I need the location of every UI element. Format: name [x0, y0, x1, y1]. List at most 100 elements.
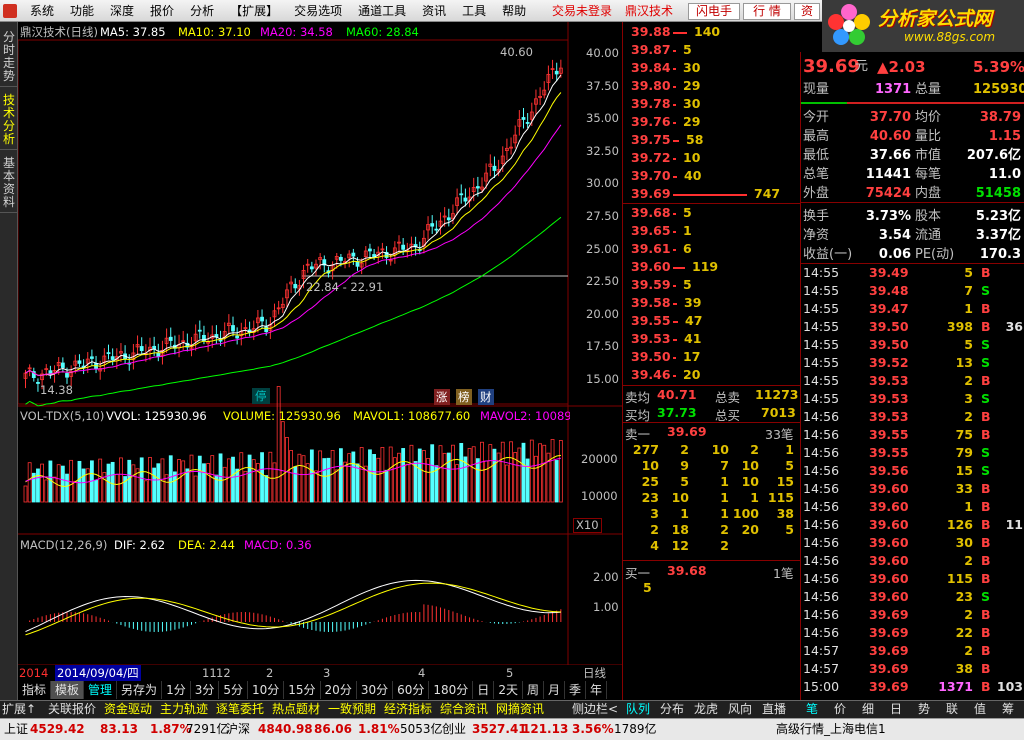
ask-row[interactable]: 39.78 30 [623, 96, 801, 114]
ask-row[interactable]: 39.75 58 [623, 132, 801, 150]
cy-index[interactable]: 3527.41 [472, 719, 527, 740]
quote-tab-0[interactable]: 队列 [626, 701, 650, 718]
bottom-tab-4[interactable]: 逐笔委托 [216, 701, 264, 718]
bottom-tab-1[interactable]: 关联报价 [48, 701, 96, 718]
toolbar-item-7[interactable]: 10分 [248, 681, 285, 699]
marker-ranking[interactable]: 榜 [456, 389, 472, 405]
menu-item-6[interactable]: 交易选项 [286, 0, 350, 22]
toolbar-item-17[interactable]: 季 [565, 681, 586, 699]
tab-intraday[interactable]: 分时走势 [0, 28, 18, 87]
marker-rise[interactable]: 涨 [434, 389, 450, 405]
tab-technical[interactable]: 技术分析 [0, 91, 18, 150]
ma5-line [25, 74, 562, 376]
toolbar-item-10[interactable]: 30分 [357, 681, 394, 699]
toolbar-item-2[interactable]: 管理 [84, 681, 118, 699]
ask-row[interactable]: 39.80 29 [623, 78, 801, 96]
tick-row: 14:56 39.56 15 S [803, 463, 991, 478]
menu-list: 系统 功能 深度 报价 分析 【扩展】 交易选项 通道工具 资讯 工具 帮助 [22, 0, 534, 22]
quote-tab-4[interactable]: 直播 [762, 701, 786, 718]
bottom-tab-0[interactable]: 扩展↑ [2, 701, 36, 718]
ask-row[interactable]: 39.87 5 [623, 42, 801, 60]
ask-row[interactable]: 39.84 30 [623, 60, 801, 78]
menu-item-10[interactable]: 帮助 [494, 0, 534, 22]
bid-row[interactable]: 39.65 1 [623, 223, 801, 241]
menu-item-3[interactable]: 报价 [142, 0, 182, 22]
info-tab-0[interactable]: 笔 [806, 701, 818, 718]
toolbar-item-4[interactable]: 1分 [162, 681, 191, 699]
menu-item-4[interactable]: 分析 [182, 0, 222, 22]
flash-button[interactable]: 闪电手 [688, 3, 740, 20]
bid-row[interactable]: 39.58 39 [623, 295, 801, 313]
toolbar-item-13[interactable]: 日 [473, 681, 495, 699]
marker-finance[interactable]: 财 [478, 389, 494, 405]
chart-area[interactable]: 鼎汉技术(日线) MA5: 37.85 MA10: 37.10 MA20: 34… [18, 22, 622, 701]
toolbar-item-3[interactable]: 另存为 [117, 681, 163, 699]
bid-row[interactable]: 39.50 17 [623, 349, 801, 367]
menu-item-0[interactable]: 系统 [22, 0, 62, 22]
side-panel-toggle[interactable]: 侧边栏< [572, 701, 618, 718]
hs-index[interactable]: 4840.98 [258, 719, 313, 740]
marker-suspend[interactable]: 停 [252, 388, 270, 404]
menu-item-5[interactable]: 【扩展】 [222, 0, 286, 22]
info-tab-4[interactable]: 势 [918, 701, 930, 718]
info-tab-1[interactable]: 价 [834, 701, 846, 718]
toolbar-item-16[interactable]: 月 [544, 681, 565, 699]
bottom-tab-6[interactable]: 一致预期 [328, 701, 376, 718]
info-tab-6[interactable]: 值 [974, 701, 986, 718]
ask-row[interactable]: 39.70 40 [623, 168, 801, 186]
sh-index[interactable]: 4529.42 [30, 719, 85, 740]
bid-row[interactable]: 39.59 5 [623, 277, 801, 295]
volume-bar [177, 459, 181, 503]
toolbar-item-6[interactable]: 5分 [219, 681, 248, 699]
quote-button[interactable]: 行 情 [743, 3, 791, 20]
bid-row[interactable]: 39.46 20 [623, 367, 801, 385]
info-tab-2[interactable]: 细 [862, 701, 874, 718]
candle-body [521, 117, 526, 120]
ask-row[interactable]: 39.88 140 [623, 24, 801, 42]
bottom-tab-9[interactable]: 网摘资讯 [496, 701, 544, 718]
toolbar-item-0[interactable]: 指标 [18, 681, 52, 699]
info-tab-3[interactable]: 日 [890, 701, 902, 718]
ask-row[interactable]: 39.72 10 [623, 150, 801, 168]
menu-item-9[interactable]: 工具 [454, 0, 494, 22]
tab-fundamentals[interactable]: 基本资料 [0, 154, 18, 213]
toolbar-item-8[interactable]: 15分 [284, 681, 321, 699]
toolbar-item-1[interactable]: 模板 [51, 681, 85, 699]
toolbar-item-18[interactable]: 年 [586, 681, 608, 699]
toolbar-item-5[interactable]: 3分 [191, 681, 220, 699]
bottom-tab-2[interactable]: 资金驱动 [104, 701, 152, 718]
order-volume: 747 [754, 186, 781, 201]
menu-item-8[interactable]: 资讯 [414, 0, 454, 22]
ask-row[interactable]: 39.69 747 [623, 186, 801, 204]
candle-body [463, 197, 468, 202]
toolbar-item-12[interactable]: 180分 [429, 681, 474, 699]
volume-bar [197, 455, 202, 503]
menu-item-2[interactable]: 深度 [102, 0, 142, 22]
menu-item-1[interactable]: 功能 [62, 0, 102, 22]
info-tab-5[interactable]: 联 [946, 701, 958, 718]
bid-row[interactable]: 39.61 6 [623, 241, 801, 259]
toolbar-item-14[interactable]: 2天 [494, 681, 523, 699]
bottom-tab-8[interactable]: 综合资讯 [440, 701, 488, 718]
bottom-tab-5[interactable]: 热点题材 [272, 701, 320, 718]
bottom-tab-3[interactable]: 主力轨迹 [160, 701, 208, 718]
quote-tab-1[interactable]: 分布 [660, 701, 684, 718]
toolbar-item-9[interactable]: 20分 [321, 681, 357, 699]
toolbar-item-15[interactable]: 周 [523, 681, 544, 699]
quote-tab-2[interactable]: 龙虎 [694, 701, 718, 718]
bottom-tab-7[interactable]: 经济指标 [384, 701, 432, 718]
bid-row[interactable]: 39.60 119 [623, 259, 801, 277]
bid-row[interactable]: 39.55 47 [623, 313, 801, 331]
ask-row[interactable]: 39.76 29 [623, 114, 801, 132]
info-tab-7[interactable]: 筹 [1002, 701, 1014, 718]
price-tick: 20.00 [586, 306, 619, 321]
quote-tab-3[interactable]: 风向 [728, 701, 752, 718]
toolbar-item-11[interactable]: 60分 [393, 681, 430, 699]
bid-row[interactable]: 39.68 5 [623, 205, 801, 223]
bid-row[interactable]: 39.53 41 [623, 331, 801, 349]
info-button[interactable]: 资 [794, 3, 820, 20]
login-status[interactable]: 交易未登录 [552, 0, 612, 22]
kline-chart[interactable] [18, 22, 622, 700]
volume-bar [202, 463, 206, 503]
menu-item-7[interactable]: 通道工具 [350, 0, 414, 22]
